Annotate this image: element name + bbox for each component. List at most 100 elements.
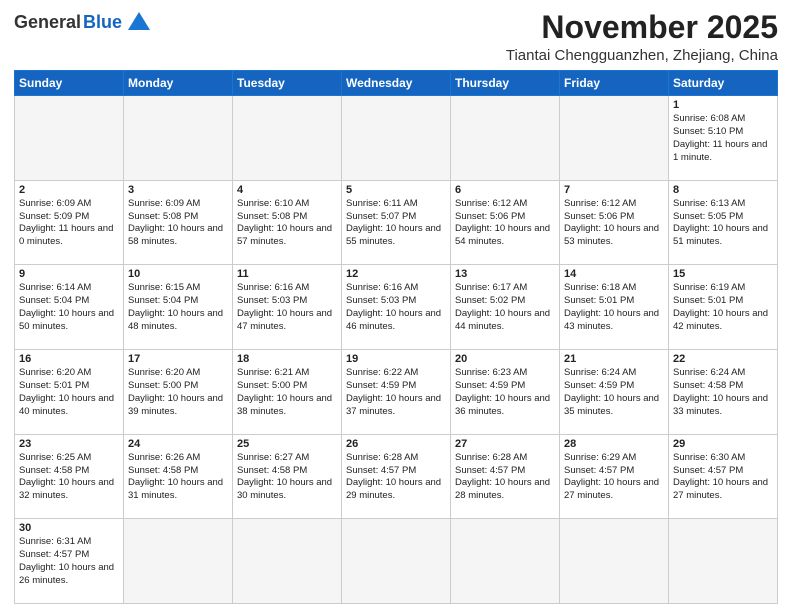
weekday-header-monday: Monday (124, 71, 233, 96)
day-info: Sunrise: 6:11 AMSunset: 5:07 PMDaylight:… (346, 198, 446, 249)
calendar-cell (669, 519, 778, 604)
day-number: 15 (673, 268, 773, 280)
calendar-cell: 26 Sunrise: 6:28 AMSunset: 4:57 PMDayligh… (342, 434, 451, 519)
day-info: Sunrise: 6:12 AMSunset: 5:06 PMDaylight:… (455, 198, 555, 249)
logo-general-text: General (14, 12, 81, 33)
day-number: 29 (673, 438, 773, 450)
calendar-cell (233, 519, 342, 604)
day-info: Sunrise: 6:13 AMSunset: 5:05 PMDaylight:… (673, 198, 773, 249)
day-info: Sunrise: 6:09 AMSunset: 5:08 PMDaylight:… (128, 198, 228, 249)
calendar-week-row: 1 Sunrise: 6:08 AMSunset: 5:10 PMDaylight… (15, 96, 778, 181)
day-info: Sunrise: 6:20 AMSunset: 5:01 PMDaylight:… (19, 367, 119, 418)
calendar-week-row: 23Sunrise: 6:25 AMSunset: 4:58 PMDayligh… (15, 434, 778, 519)
day-number: 21 (564, 353, 664, 365)
day-info: Sunrise: 6:12 AMSunset: 5:06 PMDaylight:… (564, 198, 664, 249)
day-number: 4 (237, 184, 337, 196)
title-block: November 2025 Tiantai Chengguanzhen, Zhe… (506, 10, 778, 64)
day-number: 7 (564, 184, 664, 196)
day-number: 22 (673, 353, 773, 365)
calendar-cell: 2 Sunrise: 6:09 AMSunset: 5:09 PMDaylight… (15, 180, 124, 265)
day-number: 2 (19, 184, 119, 196)
calendar-cell: 22 Sunrise: 6:24 AMSunset: 4:58 PMDayligh… (669, 350, 778, 435)
day-info: Sunrise: 6:19 AMSunset: 5:01 PMDaylight:… (673, 282, 773, 333)
calendar-week-row: 9Sunrise: 6:14 AMSunset: 5:04 PMDaylight… (15, 265, 778, 350)
day-number: 24 (128, 438, 228, 450)
day-number: 14 (564, 268, 664, 280)
day-number: 11 (237, 268, 337, 280)
calendar-cell: 5Sunrise: 6:11 AMSunset: 5:07 PMDaylight… (342, 180, 451, 265)
calendar-cell: 8 Sunrise: 6:13 AMSunset: 5:05 PMDaylight… (669, 180, 778, 265)
calendar-week-row: 16 Sunrise: 6:20 AMSunset: 5:01 PMDayligh… (15, 350, 778, 435)
day-info: Sunrise: 6:24 AMSunset: 4:58 PMDaylight:… (673, 367, 773, 418)
calendar-cell: 21 Sunrise: 6:24 AMSunset: 4:59 PMDayligh… (560, 350, 669, 435)
day-info: Sunrise: 6:18 AMSunset: 5:01 PMDaylight:… (564, 282, 664, 333)
day-number: 28 (564, 438, 664, 450)
calendar-cell: 10Sunrise: 6:15 AMSunset: 5:04 PMDayligh… (124, 265, 233, 350)
day-info: Sunrise: 6:16 AMSunset: 5:03 PMDaylight:… (237, 282, 337, 333)
day-number: 17 (128, 353, 228, 365)
day-number: 13 (455, 268, 555, 280)
weekday-header-sunday: Sunday (15, 71, 124, 96)
page: General Blue November 2025 Tiantai Cheng… (0, 0, 792, 612)
day-info: Sunrise: 6:28 AMSunset: 4:57 PMDaylight:… (455, 452, 555, 503)
day-info: Sunrise: 6:15 AMSunset: 5:04 PMDaylight:… (128, 282, 228, 333)
calendar-cell: 20 Sunrise: 6:23 AMSunset: 4:59 PMDayligh… (451, 350, 560, 435)
calendar-cell (560, 96, 669, 181)
day-number: 6 (455, 184, 555, 196)
calendar-cell (560, 519, 669, 604)
calendar-cell (124, 519, 233, 604)
calendar-cell: 13Sunrise: 6:17 AMSunset: 5:02 PMDayligh… (451, 265, 560, 350)
day-info: Sunrise: 6:22 AMSunset: 4:59 PMDaylight:… (346, 367, 446, 418)
calendar-cell: 6 Sunrise: 6:12 AMSunset: 5:06 PMDaylight… (451, 180, 560, 265)
calendar-cell: 17 Sunrise: 6:20 AMSunset: 5:00 PMDayligh… (124, 350, 233, 435)
day-number: 16 (19, 353, 119, 365)
day-info: Sunrise: 6:28 AMSunset: 4:57 PMDaylight:… (346, 452, 446, 503)
day-info: Sunrise: 6:31 AMSunset: 4:57 PMDaylight:… (19, 536, 119, 587)
calendar-cell (451, 519, 560, 604)
calendar-cell: 1 Sunrise: 6:08 AMSunset: 5:10 PMDaylight… (669, 96, 778, 181)
day-number: 18 (237, 353, 337, 365)
calendar-cell: 23Sunrise: 6:25 AMSunset: 4:58 PMDayligh… (15, 434, 124, 519)
day-number: 12 (346, 268, 446, 280)
calendar-cell: 19 Sunrise: 6:22 AMSunset: 4:59 PMDayligh… (342, 350, 451, 435)
day-number: 25 (237, 438, 337, 450)
calendar-cell: 12Sunrise: 6:16 AMSunset: 5:03 PMDayligh… (342, 265, 451, 350)
day-number: 9 (19, 268, 119, 280)
weekday-header-wednesday: Wednesday (342, 71, 451, 96)
day-info: Sunrise: 6:24 AMSunset: 4:59 PMDaylight:… (564, 367, 664, 418)
calendar-cell: 3 Sunrise: 6:09 AMSunset: 5:08 PMDaylight… (124, 180, 233, 265)
day-info: Sunrise: 6:09 AMSunset: 5:09 PMDaylight:… (19, 198, 119, 249)
day-info: Sunrise: 6:10 AMSunset: 5:08 PMDaylight:… (237, 198, 337, 249)
weekday-header-row: SundayMondayTuesdayWednesdayThursdayFrid… (15, 71, 778, 96)
day-number: 20 (455, 353, 555, 365)
day-info: Sunrise: 6:27 AMSunset: 4:58 PMDaylight:… (237, 452, 337, 503)
calendar-cell: 14 Sunrise: 6:18 AMSunset: 5:01 PMDayligh… (560, 265, 669, 350)
day-number: 8 (673, 184, 773, 196)
calendar-cell: 24 Sunrise: 6:26 AMSunset: 4:58 PMDayligh… (124, 434, 233, 519)
day-number: 26 (346, 438, 446, 450)
calendar-cell (342, 519, 451, 604)
day-number: 3 (128, 184, 228, 196)
day-info: Sunrise: 6:08 AMSunset: 5:10 PMDaylight:… (673, 113, 773, 164)
calendar-table: SundayMondayTuesdayWednesdayThursdayFrid… (14, 70, 778, 604)
calendar-cell: 9Sunrise: 6:14 AMSunset: 5:04 PMDaylight… (15, 265, 124, 350)
day-info: Sunrise: 6:29 AMSunset: 4:57 PMDaylight:… (564, 452, 664, 503)
day-number: 30 (19, 522, 119, 534)
day-info: Sunrise: 6:23 AMSunset: 4:59 PMDaylight:… (455, 367, 555, 418)
location-title: Tiantai Chengguanzhen, Zhejiang, China (506, 47, 778, 64)
calendar-cell (342, 96, 451, 181)
weekday-header-saturday: Saturday (669, 71, 778, 96)
calendar-week-row: 2 Sunrise: 6:09 AMSunset: 5:09 PMDaylight… (15, 180, 778, 265)
calendar-cell: 15 Sunrise: 6:19 AMSunset: 5:01 PMDayligh… (669, 265, 778, 350)
calendar-cell: 28 Sunrise: 6:29 AMSunset: 4:57 PMDayligh… (560, 434, 669, 519)
calendar-cell (233, 96, 342, 181)
day-info: Sunrise: 6:25 AMSunset: 4:58 PMDaylight:… (19, 452, 119, 503)
day-number: 19 (346, 353, 446, 365)
day-info: Sunrise: 6:21 AMSunset: 5:00 PMDaylight:… (237, 367, 337, 418)
day-info: Sunrise: 6:20 AMSunset: 5:00 PMDaylight:… (128, 367, 228, 418)
day-info: Sunrise: 6:26 AMSunset: 4:58 PMDaylight:… (128, 452, 228, 503)
day-number: 1 (673, 99, 773, 111)
calendar-cell (451, 96, 560, 181)
calendar-cell: 4 Sunrise: 6:10 AMSunset: 5:08 PMDaylight… (233, 180, 342, 265)
month-title: November 2025 (506, 10, 778, 45)
